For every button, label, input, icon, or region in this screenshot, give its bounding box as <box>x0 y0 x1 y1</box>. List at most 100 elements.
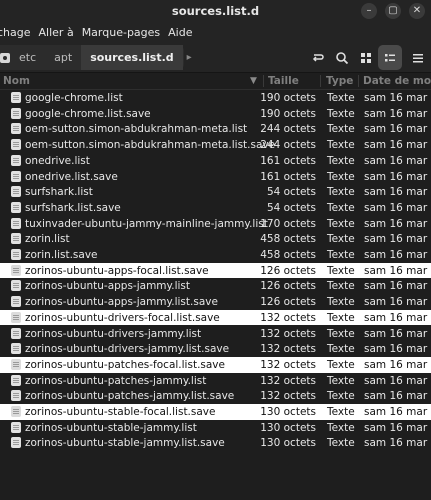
breadcrumb: etc apt sources.list.d ▸ <box>0 45 192 70</box>
file-type: Texte <box>327 406 355 418</box>
maximize-button[interactable]: ▢ <box>385 3 401 19</box>
file-row[interactable]: zorinos-ubuntu-stable-jammy.list.save 130… <box>0 435 431 451</box>
file-row[interactable]: zorinos-ubuntu-drivers-focal.list.save 13… <box>0 309 431 326</box>
search-button[interactable] <box>330 45 354 70</box>
menu-item-display[interactable]: chage <box>0 26 39 39</box>
file-size: 244 octets <box>260 123 316 136</box>
menu-button[interactable] <box>406 45 430 70</box>
file-row[interactable]: oem-sutton.simon-abdukrahman-meta.list.s… <box>0 137 431 153</box>
file-row[interactable]: zorinos-ubuntu-stable-focal.list.save 130… <box>0 404 431 420</box>
file-row[interactable]: oem-sutton.simon-abdukrahman-meta.list 24… <box>0 121 431 137</box>
file-type: Texte <box>327 327 355 340</box>
column-date[interactable]: Date de modifi <box>363 73 431 89</box>
minimize-button[interactable]: – <box>361 3 377 19</box>
menu-bar: chage Aller à Marque-pages Aide <box>0 22 431 43</box>
text-file-icon <box>11 107 21 119</box>
text-file-icon <box>11 186 21 198</box>
crumb-current-folder[interactable]: sources.list.d <box>81 45 183 70</box>
crumb-apt[interactable]: apt <box>45 45 81 70</box>
file-name: onedrive.list.save <box>25 170 118 183</box>
chevron-right-icon[interactable]: ▸ <box>183 52 196 63</box>
file-row[interactable]: onedrive.list 161 octets Texte sam 16 mar 2… <box>0 153 431 169</box>
file-name: oem-sutton.simon-abdukrahman-meta.list.s… <box>25 139 276 152</box>
file-row[interactable]: google-chrome.list 190 octets Texte sam 16 … <box>0 90 431 106</box>
file-row[interactable]: zorinos-ubuntu-apps-focal.list.save 126 o… <box>0 262 431 279</box>
file-name: zorinos-ubuntu-drivers-jammy.list <box>25 327 202 340</box>
grid-view-button[interactable] <box>354 45 378 70</box>
text-file-icon <box>11 343 21 355</box>
file-row[interactable]: zorinos-ubuntu-stable-jammy.list 130 octe… <box>0 420 431 436</box>
file-row[interactable]: zorinos-ubuntu-patches-jammy.list 132 oct… <box>0 373 431 389</box>
file-row[interactable]: zorinos-ubuntu-patches-focal.list.save 13… <box>0 356 431 373</box>
toolbar: etc apt sources.list.d ▸ <box>0 43 431 73</box>
file-row[interactable]: zorin.list.save 458 octets Texte sam 16 mar… <box>0 247 431 263</box>
file-name: surfshark.list.save <box>25 201 121 214</box>
text-file-icon <box>11 123 21 135</box>
file-row[interactable]: zorinos-ubuntu-apps-jammy.list.save 126 o… <box>0 294 431 310</box>
text-file-icon <box>11 311 21 323</box>
menu-item-help[interactable]: Aide <box>168 26 200 39</box>
column-divider[interactable] <box>320 75 321 87</box>
file-name: zorinos-ubuntu-patches-jammy.list <box>25 374 207 387</box>
column-header: Nom ▼ Taille Type Date de modifi <box>0 73 431 90</box>
file-name: tuxinvader-ubuntu-jammy-mainline-jammy.l… <box>25 217 268 230</box>
file-row[interactable]: onedrive.list.save 161 octets Texte sam 16 … <box>0 169 431 185</box>
file-date: sam 16 mar 202 <box>364 343 431 356</box>
menu-item-go[interactable]: Aller à <box>39 26 82 39</box>
file-row[interactable]: zorinos-ubuntu-drivers-jammy.list 132 oct… <box>0 326 431 342</box>
sort-down-icon[interactable]: ▼ <box>250 73 257 89</box>
column-size[interactable]: Taille <box>268 73 299 89</box>
file-date: sam 16 mar 202 <box>364 107 431 120</box>
text-file-icon <box>11 201 21 213</box>
file-type: Texte <box>327 201 355 214</box>
file-row[interactable]: zorinos-ubuntu-drivers-jammy.list.save 13… <box>0 341 431 357</box>
file-row[interactable]: zorinos-ubuntu-apps-jammy.list 126 octets… <box>0 278 431 294</box>
file-date: sam 16 mar 202 <box>364 406 431 418</box>
file-row[interactable]: zorin.list 458 octets Texte sam 16 mar 202 <box>0 231 431 247</box>
file-row[interactable]: google-chrome.list.save 190 octets Texte sa… <box>0 106 431 122</box>
column-name[interactable]: Nom <box>3 73 30 89</box>
open-terminal-button[interactable] <box>306 45 330 70</box>
file-date: sam 16 mar 202 <box>364 280 431 293</box>
text-file-icon <box>11 374 21 386</box>
column-divider[interactable] <box>358 75 359 87</box>
file-date: sam 16 mar 202 <box>364 311 431 324</box>
file-name: zorinos-ubuntu-apps-focal.list.save <box>25 264 209 277</box>
file-date: sam 16 mar 202 <box>364 327 431 340</box>
text-file-icon <box>11 217 21 229</box>
menu-item-bookmarks[interactable]: Marque-pages <box>82 26 168 39</box>
crumb-etc[interactable]: etc <box>10 45 45 70</box>
file-type: Texte <box>327 358 355 371</box>
text-file-icon <box>11 296 21 308</box>
file-size: 170 octets <box>260 217 316 230</box>
file-row[interactable]: surfshark.list 54 octets Texte sam 16 mar 2… <box>0 184 431 200</box>
file-type: Texte <box>327 296 355 309</box>
file-type: Texte <box>327 374 355 387</box>
file-date: sam 16 mar 202 <box>364 421 431 434</box>
column-divider[interactable] <box>263 75 264 87</box>
text-file-icon <box>11 390 21 402</box>
file-row[interactable]: surfshark.list.save 54 octets Texte sam 16 … <box>0 200 431 216</box>
file-name: zorinos-ubuntu-stable-focal.list.save <box>25 406 216 418</box>
file-date: sam 16 mar 202 <box>364 154 431 167</box>
title-bar: sources.list.d – ▢ ✕ <box>0 0 431 22</box>
file-name: zorinos-ubuntu-stable-jammy.list <box>25 421 197 434</box>
file-name: surfshark.list <box>25 186 93 199</box>
file-row[interactable]: zorinos-ubuntu-patches-jammy.list.save 13… <box>0 388 431 404</box>
text-file-icon <box>11 421 21 433</box>
column-type[interactable]: Type <box>326 73 353 89</box>
file-type: Texte <box>327 390 355 403</box>
file-name: zorinos-ubuntu-apps-jammy.list.save <box>25 296 218 309</box>
file-size: 126 octets <box>260 280 316 293</box>
file-row[interactable]: tuxinvader-ubuntu-jammy-mainline-jammy.l… <box>0 216 431 232</box>
file-name: google-chrome.list <box>25 92 123 104</box>
list-view-icon <box>385 53 395 61</box>
text-file-icon <box>11 264 21 276</box>
file-name: zorin.list <box>25 233 70 246</box>
file-size: 190 octets <box>260 107 316 120</box>
close-button[interactable]: ✕ <box>409 3 425 19</box>
list-view-button[interactable] <box>378 45 402 70</box>
window-controls: – ▢ ✕ <box>361 3 425 19</box>
file-date: sam 16 mar 202 <box>364 374 431 387</box>
crumb-root-drive[interactable] <box>0 45 10 70</box>
